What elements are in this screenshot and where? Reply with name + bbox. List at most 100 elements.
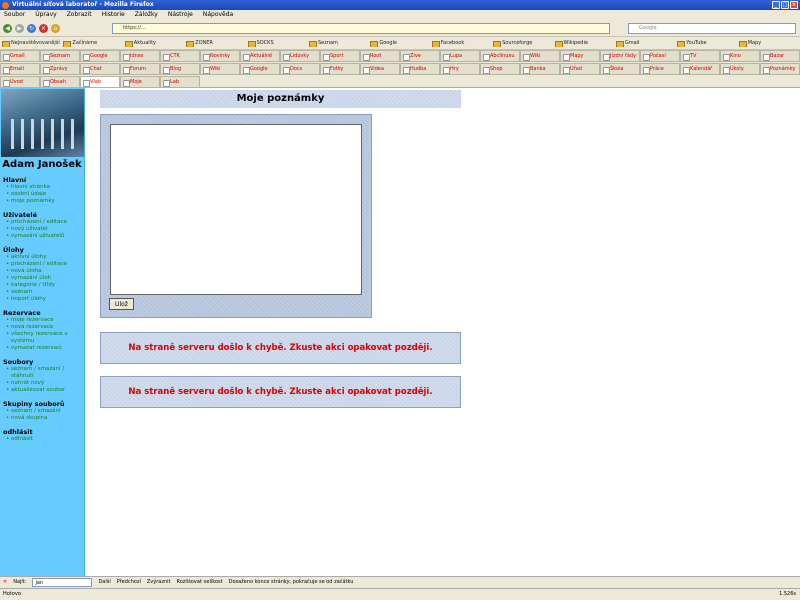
browser-tab[interactable]: Google xyxy=(80,50,120,62)
browser-tab[interactable]: Root xyxy=(360,50,400,62)
close-icon[interactable]: ✕ xyxy=(3,577,7,588)
sidebar-link[interactable]: odhlásit xyxy=(6,436,84,443)
browser-tab[interactable]: Abclinuxu xyxy=(480,50,520,62)
home-icon[interactable]: ⌂ xyxy=(51,24,60,33)
browser-tab[interactable]: Idnes xyxy=(120,50,160,62)
back-icon[interactable]: ◀ xyxy=(3,24,12,33)
browser-tab[interactable]: Kino xyxy=(720,50,760,62)
bookmark-item[interactable]: Gmail xyxy=(615,39,675,47)
browser-tab[interactable]: Zive xyxy=(400,50,440,62)
browser-tab[interactable]: Videa xyxy=(360,63,400,75)
browser-tab[interactable]: Wiki xyxy=(200,63,240,75)
browser-tab[interactable]: Google xyxy=(240,63,280,75)
match-case-checkbox[interactable]: Rozlišovat velikost xyxy=(176,577,222,588)
browser-tab[interactable]: Fotky xyxy=(320,63,360,75)
sidebar-link[interactable]: nová skupina xyxy=(6,415,84,422)
sidebar-link[interactable]: seznam / smazání / stáhnutí xyxy=(6,366,84,380)
sidebar-link[interactable]: vymazat rezervaci xyxy=(6,345,84,352)
sidebar-link[interactable]: nová úloha xyxy=(6,268,84,275)
bookmark-item[interactable]: Nejnavštěvovanější xyxy=(2,39,61,47)
browser-tab[interactable]: Lab xyxy=(160,76,200,88)
forward-icon[interactable]: ▶ xyxy=(15,24,24,33)
browser-tab[interactable]: Jízdní řády xyxy=(600,50,640,62)
menu-item[interactable]: Zobrazit xyxy=(67,10,92,20)
sidebar-link[interactable]: aktualizovat soubor xyxy=(6,387,84,394)
menu-item[interactable]: Nápověda xyxy=(203,10,233,20)
browser-tab[interactable]: Moje xyxy=(120,76,160,88)
minimize-button[interactable]: _ xyxy=(772,1,780,9)
sidebar-link[interactable]: seznam / smazání xyxy=(6,408,84,415)
browser-tab[interactable]: Docs xyxy=(280,63,320,75)
find-prev-button[interactable]: Předchozí xyxy=(117,577,141,588)
sidebar-link[interactable]: procházení / editace xyxy=(6,219,84,226)
notes-textarea[interactable] xyxy=(110,124,362,295)
bookmark-item[interactable]: Aktuality xyxy=(124,39,184,47)
browser-tab[interactable]: Úvod xyxy=(0,76,40,88)
sidebar-link[interactable]: seznam xyxy=(6,289,84,296)
bookmark-item[interactable]: SOCKS xyxy=(247,39,307,47)
browser-tab[interactable]: Poznámky xyxy=(760,63,800,75)
browser-tab[interactable]: Práce xyxy=(640,63,680,75)
sidebar-link[interactable]: import úlohy xyxy=(6,296,84,303)
sidebar-link[interactable]: všechny rezervace v systému xyxy=(6,331,84,345)
browser-tab[interactable]: Zprávy xyxy=(40,63,80,75)
browser-tab[interactable]: Lupa xyxy=(440,50,480,62)
save-button[interactable]: Ulož xyxy=(109,298,134,310)
search-input[interactable]: Google xyxy=(628,23,796,34)
menu-item[interactable]: Záložky xyxy=(135,10,158,20)
browser-tab[interactable]: Banka xyxy=(520,63,560,75)
browser-tab[interactable]: Kalendář xyxy=(680,63,720,75)
browser-tab[interactable]: Úkoly xyxy=(720,63,760,75)
sidebar-link[interactable]: nahrát nový xyxy=(6,380,84,387)
browser-tab[interactable]: Mapy xyxy=(560,50,600,62)
browser-tab[interactable]: Email xyxy=(0,63,40,75)
browser-tab[interactable]: Sport xyxy=(320,50,360,62)
sidebar-link[interactable]: nový uživatel xyxy=(6,226,84,233)
bookmark-item[interactable]: Google xyxy=(370,39,429,47)
browser-tab[interactable]: Blog xyxy=(160,63,200,75)
browser-tab[interactable]: Novinky xyxy=(200,50,240,62)
browser-tab[interactable]: Počasí xyxy=(640,50,680,62)
bookmark-item[interactable]: Wikipedie xyxy=(554,39,614,47)
menu-item[interactable]: Historie xyxy=(102,10,125,20)
browser-tab[interactable]: Hry xyxy=(440,63,480,75)
sidebar-link[interactable]: hlavní stránka xyxy=(6,184,84,191)
browser-tab[interactable]: Úřad xyxy=(560,63,600,75)
sidebar-link[interactable]: moje poznámky xyxy=(6,198,84,205)
browser-tab[interactable]: Lidovky xyxy=(280,50,320,62)
browser-tab[interactable]: Vlab xyxy=(80,76,120,88)
bookmark-item[interactable]: Seznam xyxy=(308,39,368,47)
menu-item[interactable]: Soubor xyxy=(4,10,25,20)
reload-icon[interactable]: ↻ xyxy=(27,24,36,33)
bookmark-item[interactable]: Mapy xyxy=(738,39,798,47)
browser-tab[interactable]: TV xyxy=(680,50,720,62)
sidebar-link[interactable]: kategorie / třídy xyxy=(6,282,84,289)
sidebar-link[interactable]: procházení / editace xyxy=(6,261,84,268)
find-next-button[interactable]: Další xyxy=(98,577,110,588)
bookmark-item[interactable]: YouTube xyxy=(677,39,736,47)
browser-tab[interactable]: Aktuálně xyxy=(240,50,280,62)
browser-tab[interactable]: Škola xyxy=(600,63,640,75)
browser-tab[interactable]: Seznam xyxy=(40,50,80,62)
sidebar-link[interactable]: aktivní úlohy xyxy=(6,254,84,261)
bookmark-item[interactable]: Facebook xyxy=(431,39,491,47)
sidebar-link[interactable]: nová rezervace xyxy=(6,324,84,331)
bookmark-item[interactable]: Začínáme xyxy=(63,39,122,47)
browser-tab[interactable]: Hudba xyxy=(400,63,440,75)
browser-tab[interactable]: Forum xyxy=(120,63,160,75)
sidebar-link[interactable]: osobní údaje xyxy=(6,191,84,198)
highlight-button[interactable]: Zvýraznit xyxy=(147,577,171,588)
menu-item[interactable]: Úpravy xyxy=(35,10,56,20)
browser-tab[interactable]: Wiki xyxy=(520,50,560,62)
sidebar-link[interactable]: vymazání úloh xyxy=(6,275,84,282)
sidebar-link[interactable]: vymazání uživatelů xyxy=(6,233,84,240)
browser-tab[interactable]: Gmail xyxy=(0,50,40,62)
maximize-button[interactable]: □ xyxy=(781,1,789,9)
browser-tab[interactable]: CTK xyxy=(160,50,200,62)
browser-tab[interactable]: Chat xyxy=(80,63,120,75)
browser-tab[interactable]: Shop xyxy=(480,63,520,75)
browser-tab[interactable]: Obsah xyxy=(40,76,80,88)
bookmark-item[interactable]: Sourceforge xyxy=(493,39,552,47)
menu-item[interactable]: Nástroje xyxy=(168,10,193,20)
bookmark-item[interactable]: ZONER xyxy=(186,39,245,47)
